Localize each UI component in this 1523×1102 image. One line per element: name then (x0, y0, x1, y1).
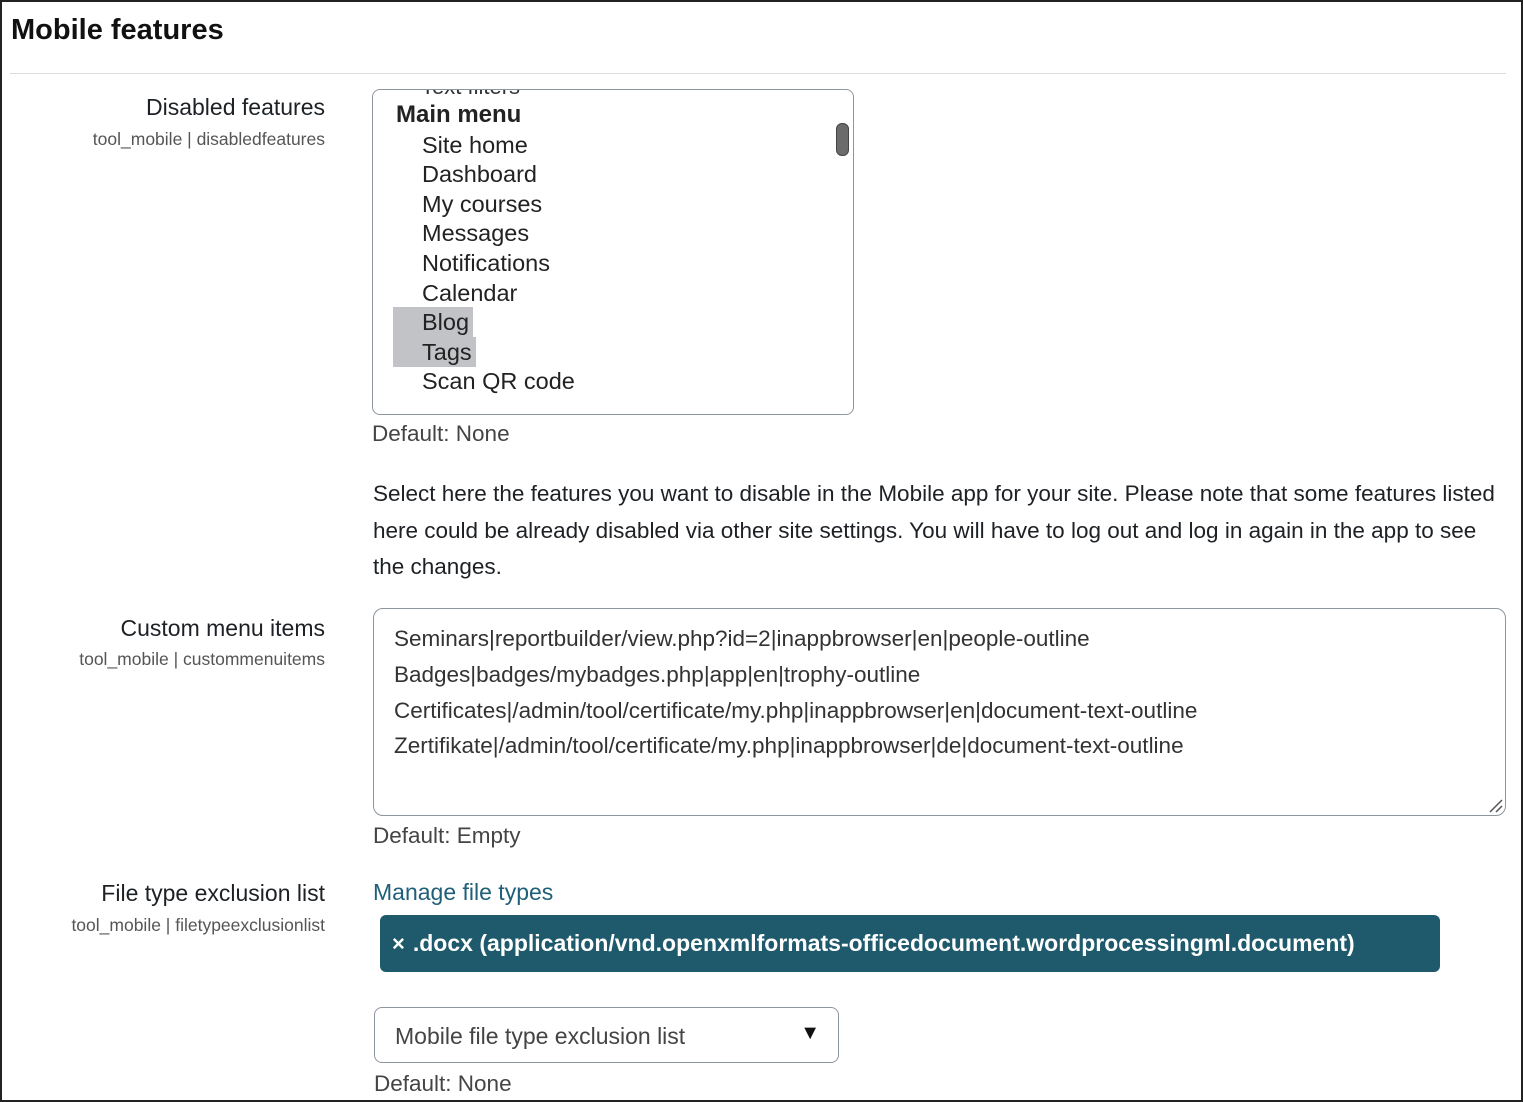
option-blog[interactable]: Blog (393, 307, 474, 337)
disabled-features-multiselect[interactable]: Text filters Main menu Site home Dashboa… (372, 89, 854, 415)
file-type-exclusion-select[interactable]: Mobile file type exclusion list ▼ (374, 1007, 839, 1063)
optgroup-main-menu: Main menu (396, 101, 522, 128)
option-calendar[interactable]: Calendar (393, 278, 521, 308)
multiselect-scrollbar[interactable] (836, 123, 849, 156)
section-divider (10, 73, 1506, 74)
selected-file-type-chip[interactable]: × .docx (application/vnd.openxmlformats-… (380, 915, 1440, 972)
textarea-line: Zertifikate|/admin/tool/certificate/my.p… (394, 733, 1184, 758)
file-type-exclusion-sublabel: tool_mobile | filetypeexclusionlist (71, 915, 325, 935)
disabled-features-sublabel: tool_mobile | disabledfeatures (92, 129, 325, 149)
disabled-features-description: Select here the features you want to dis… (373, 481, 1495, 579)
custom-menu-items-default: Default: Empty (373, 823, 521, 848)
file-type-exclusion-default: Default: None (374, 1071, 512, 1096)
disabled-features-label: Disabled features (146, 94, 325, 120)
page-title: Mobile features (11, 14, 224, 46)
caret-down-icon: ▼ (800, 1022, 820, 1044)
select-placeholder: Mobile file type exclusion list (395, 1023, 686, 1049)
option-text-filters[interactable]: Text filters (421, 90, 520, 100)
option-my-courses[interactable]: My courses (393, 189, 546, 219)
close-icon[interactable]: × (392, 931, 405, 957)
textarea-line: Certificates|/admin/tool/certificate/my.… (394, 698, 1198, 723)
chip-label: .docx (application/vnd.openxmlformats-of… (412, 930, 1355, 956)
file-type-exclusion-label: File type exclusion list (101, 880, 325, 906)
disabled-features-default: Default: None (372, 421, 510, 446)
option-scan-qr-code[interactable]: Scan QR code (393, 366, 579, 396)
custom-menu-items-textarea[interactable]: Seminars|reportbuilder/view.php?id=2|ina… (373, 608, 1506, 816)
textarea-line: Seminars|reportbuilder/view.php?id=2|ina… (394, 626, 1090, 651)
custom-menu-items-label: Custom menu items (120, 615, 325, 641)
option-tags[interactable]: Tags (393, 337, 476, 367)
option-messages[interactable]: Messages (393, 218, 533, 248)
textarea-line: Badges|badges/mybadges.php|app|en|trophy… (394, 662, 921, 687)
custom-menu-items-sublabel: tool_mobile | custommenuitems (79, 649, 325, 669)
manage-file-types-link[interactable]: Manage file types (373, 879, 553, 906)
option-notifications[interactable]: Notifications (393, 248, 554, 278)
option-dashboard[interactable]: Dashboard (393, 159, 541, 189)
resize-handle-icon[interactable] (1487, 797, 1503, 813)
option-site-home[interactable]: Site home (393, 130, 532, 160)
